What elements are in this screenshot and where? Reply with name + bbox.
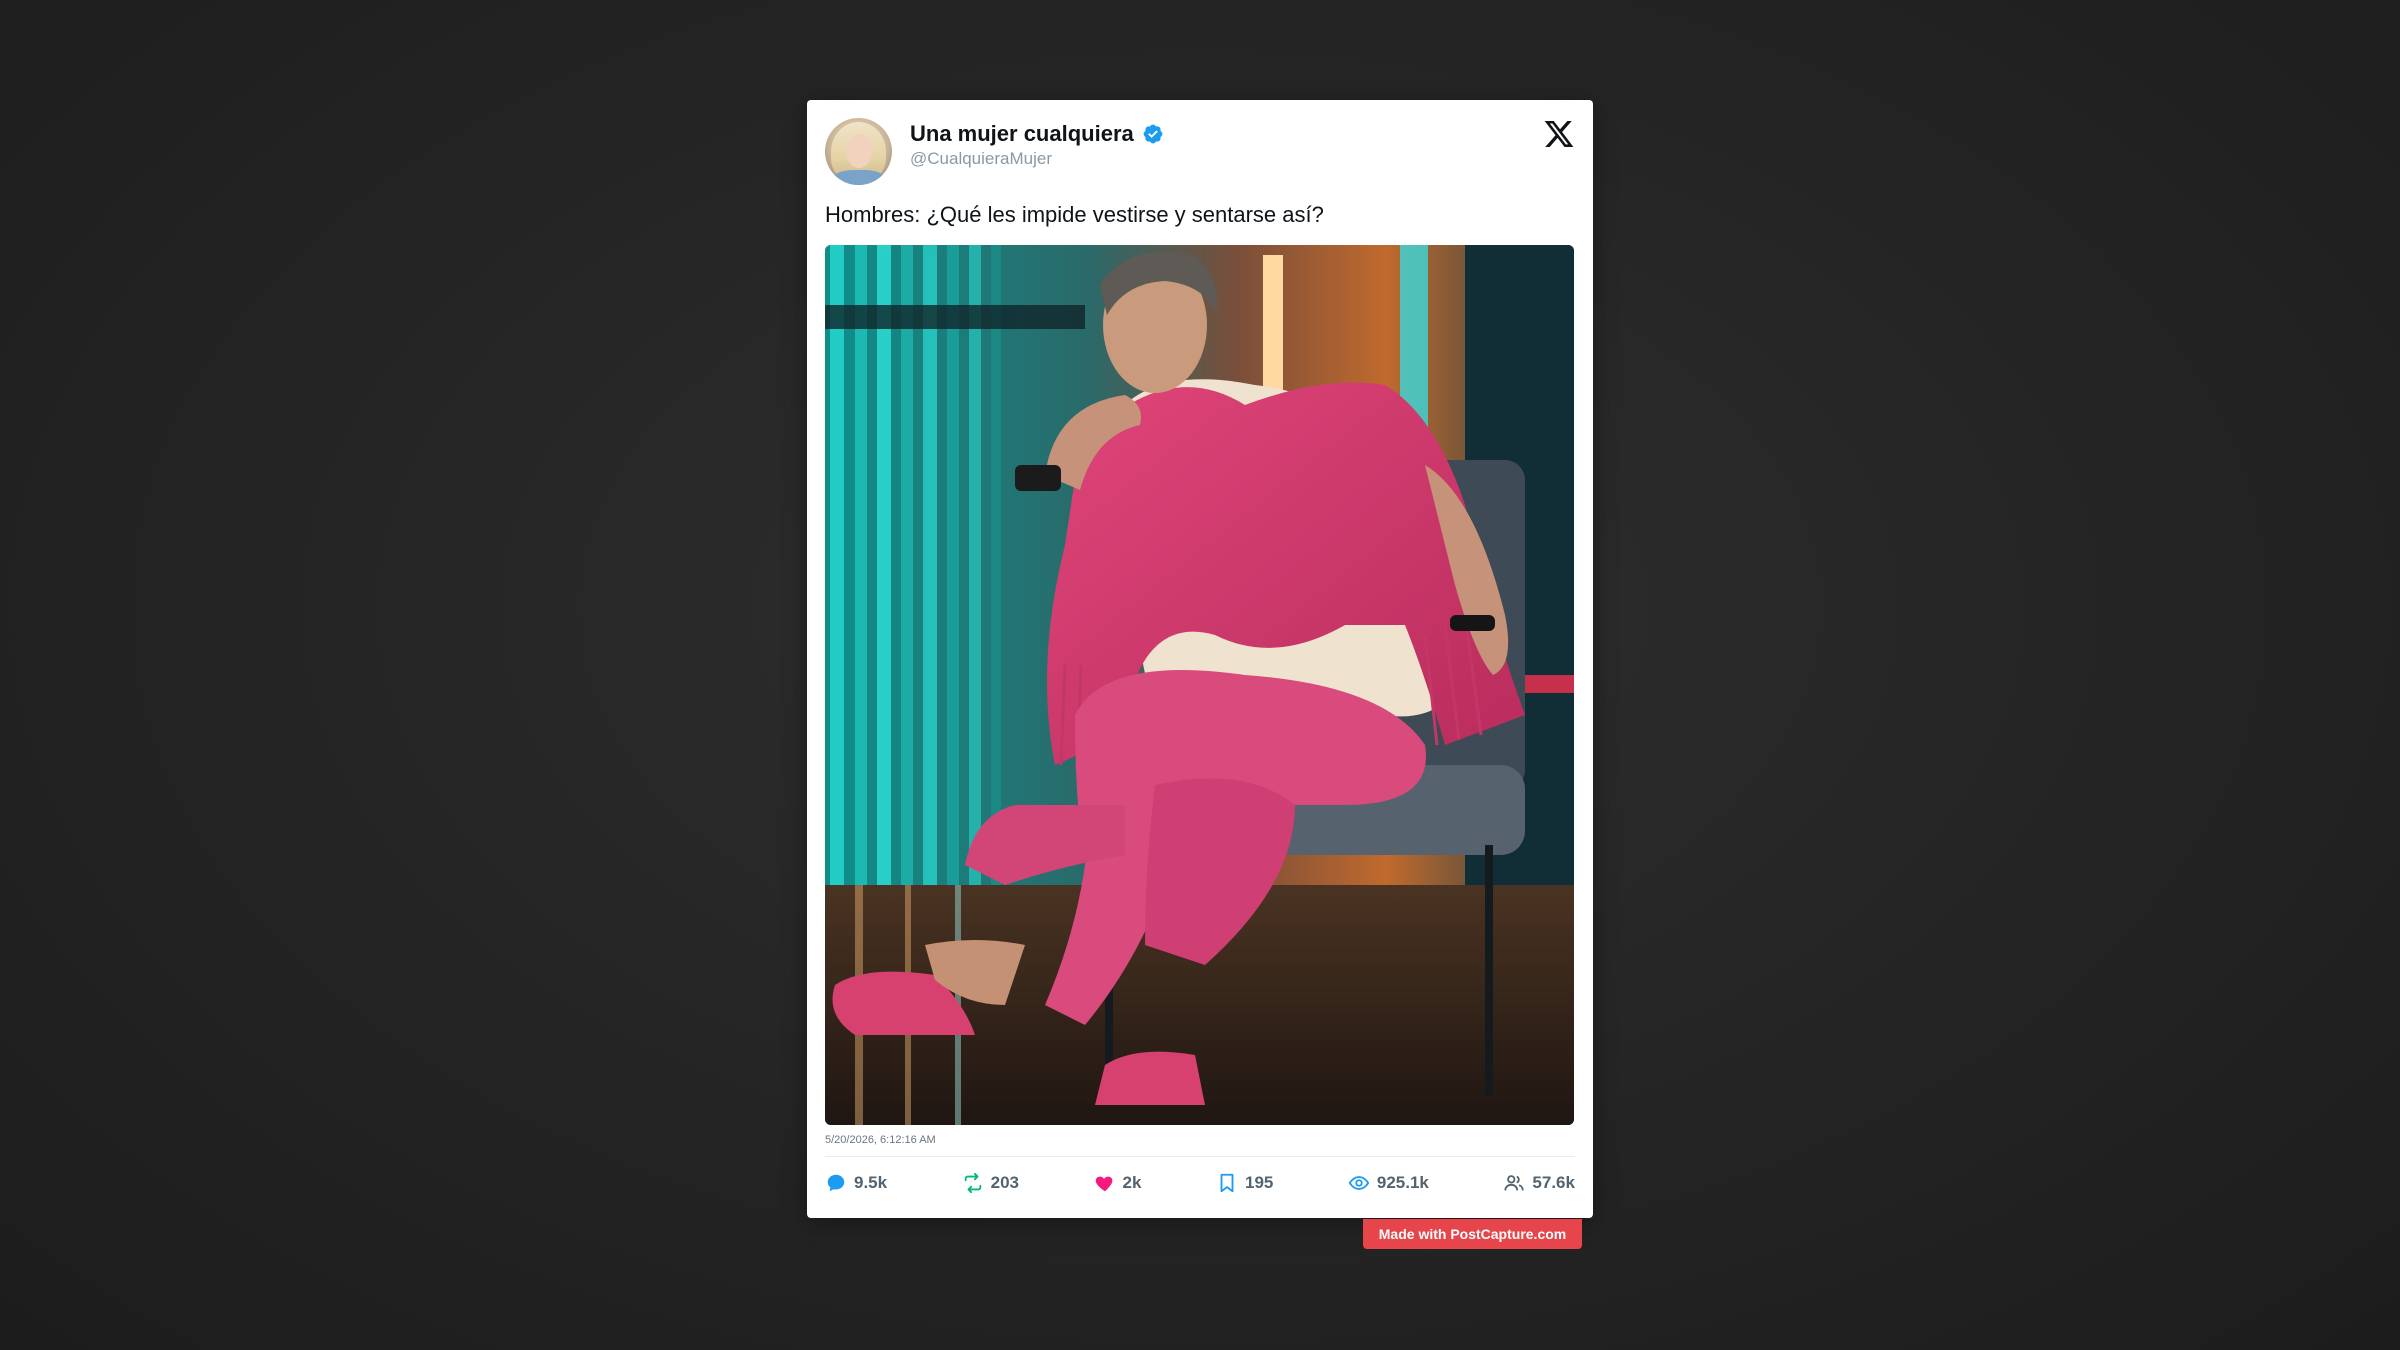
tweet-image[interactable]: [825, 245, 1574, 1125]
retweet-count: 203: [990, 1173, 1019, 1192]
like-count: 2k: [1122, 1173, 1142, 1192]
avatar[interactable]: [825, 118, 892, 185]
like-button[interactable]: 2k: [1094, 1172, 1142, 1194]
heart-icon: [1095, 1176, 1112, 1192]
followers-button[interactable]: 57.6k: [1503, 1172, 1575, 1194]
tweet-card: Una mujer cualquiera @CualquieraMujer Ho…: [807, 100, 1593, 1218]
bookmark-button[interactable]: 195: [1216, 1172, 1273, 1194]
bookmark-icon: [1220, 1173, 1234, 1193]
divider: [825, 1156, 1575, 1157]
views-count: 925.1k: [1376, 1173, 1429, 1192]
people-icon: [1504, 1175, 1525, 1191]
followers-count: 57.6k: [1532, 1173, 1575, 1192]
x-logo-icon[interactable]: [1543, 118, 1575, 150]
reply-count: 9.5k: [854, 1173, 888, 1192]
eye-icon: [1348, 1176, 1370, 1190]
tweet-text: Hombres: ¿Qué les impide vestirse y sent…: [825, 202, 1324, 227]
metrics-bar: 9.5k 203 2k 195 925.1k 57.6k: [825, 1170, 1575, 1196]
name-row: Una mujer cualquiera: [910, 121, 1164, 147]
display-name[interactable]: Una mujer cualquiera: [910, 121, 1134, 147]
avatar-shirt: [833, 170, 885, 185]
reply-button[interactable]: 9.5k: [825, 1172, 887, 1194]
views-button[interactable]: 925.1k: [1348, 1172, 1429, 1194]
avatar-face: [846, 134, 872, 168]
retweet-button[interactable]: 203: [962, 1172, 1019, 1194]
tweet-header: Una mujer cualquiera @CualquieraMujer: [825, 118, 1575, 188]
reply-icon: [827, 1174, 845, 1192]
bookmark-count: 195: [1244, 1173, 1274, 1192]
user-handle[interactable]: @CualquieraMujer: [910, 149, 1052, 169]
tweet-timestamp: 5/20/2026, 6:12:16 AM: [825, 1134, 936, 1146]
tweet-photo: [825, 245, 1574, 1125]
verified-badge-icon: [1143, 124, 1163, 144]
postcapture-watermark[interactable]: Made with PostCapture.com: [1363, 1219, 1582, 1249]
retweet-icon: [964, 1172, 981, 1194]
